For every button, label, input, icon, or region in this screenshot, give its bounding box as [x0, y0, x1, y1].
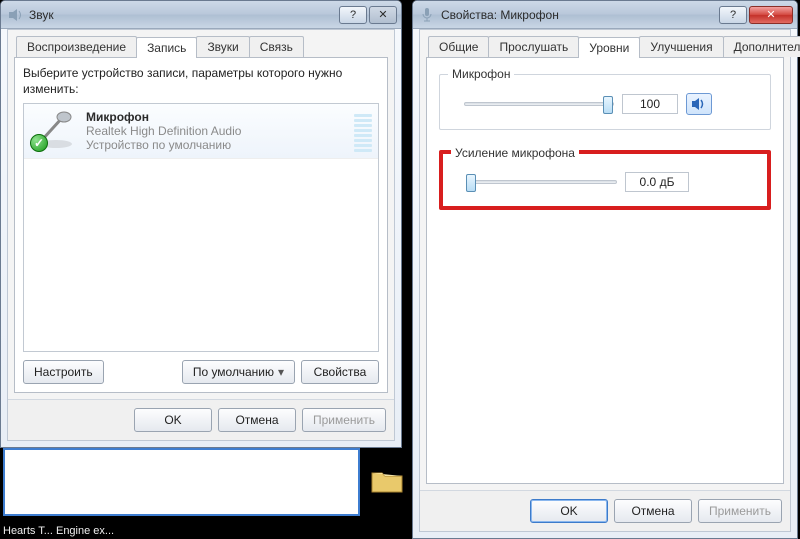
prop-help-button[interactable]: ?: [719, 6, 747, 24]
levels-tab-body: Микрофон 100 Усиление микрофона: [426, 58, 784, 484]
properties-tabs: Общие Прослушать Уровни Улучшения Дополн…: [426, 36, 784, 58]
boost-legend: Усиление микрофона: [451, 146, 579, 160]
sound-dialog-buttons: OK Отмена Применить: [8, 399, 394, 440]
set-default-button[interactable]: По умолчанию: [182, 360, 295, 384]
cancel-button[interactable]: Отмена: [218, 408, 296, 432]
prop-cancel-button[interactable]: Отмена: [614, 499, 692, 523]
microphone-boost-group: Усиление микрофона 0.0 дБ: [439, 150, 771, 210]
microphone-slider-row: 100: [450, 93, 760, 115]
sound-titlebar[interactable]: Звук ? ✕: [1, 1, 401, 29]
recording-tab-body: Выберите устройство записи, параметры ко…: [14, 58, 388, 393]
folder-icon[interactable]: [370, 467, 404, 495]
boost-value: 0.0 дБ: [625, 172, 689, 192]
tab-recording[interactable]: Запись: [136, 37, 197, 58]
tab-playback[interactable]: Воспроизведение: [16, 36, 137, 57]
close-button[interactable]: ✕: [369, 6, 397, 24]
prop-close-button[interactable]: ✕: [749, 6, 793, 24]
tab-enhancements[interactable]: Улучшения: [639, 36, 723, 57]
microphone-slider-thumb[interactable]: [603, 96, 613, 114]
device-default-label: Устройство по умолчанию: [86, 138, 346, 152]
microphone-slider[interactable]: [464, 102, 614, 106]
sound-window: Звук ? ✕ Воспроизведение Запись Звуки Св…: [0, 0, 402, 448]
sound-tabs: Воспроизведение Запись Звуки Связь: [14, 36, 388, 58]
prop-ok-button[interactable]: OK: [530, 499, 608, 523]
boost-slider-row: 0.0 дБ: [453, 172, 757, 192]
properties-title: Свойства: Микрофон: [441, 8, 717, 22]
tab-levels[interactable]: Уровни: [578, 37, 640, 58]
desktop-selection-rect: [3, 448, 360, 516]
sound-title: Звук: [29, 8, 337, 22]
sound-client: Воспроизведение Запись Звуки Связь Выбер…: [7, 29, 395, 441]
help-button[interactable]: ?: [339, 6, 367, 24]
microphone-titlebar-icon: [419, 7, 435, 23]
properties-client: Общие Прослушать Уровни Улучшения Дополн…: [419, 29, 791, 532]
properties-button[interactable]: Свойства: [301, 360, 379, 384]
tab-general[interactable]: Общие: [428, 36, 489, 57]
tab-sounds[interactable]: Звуки: [196, 36, 249, 57]
device-button-row: Настроить По умолчанию Свойства: [23, 360, 379, 384]
instruction-text: Выберите устройство записи, параметры ко…: [23, 66, 379, 97]
tab-comms[interactable]: Связь: [249, 36, 304, 57]
properties-window: Свойства: Микрофон ? ✕ Общие Прослушать …: [412, 0, 798, 539]
tab-advanced[interactable]: Дополнительно: [723, 36, 800, 57]
mute-button[interactable]: [686, 93, 712, 115]
microphone-level-group: Микрофон 100: [439, 74, 771, 130]
microphone-legend: Микрофон: [448, 67, 514, 81]
microphone-icon: ✓: [30, 110, 78, 150]
properties-dialog-buttons: OK Отмена Применить: [420, 490, 790, 531]
configure-button[interactable]: Настроить: [23, 360, 104, 384]
device-item-microphone[interactable]: ✓ Микрофон Realtek High Definition Audio…: [24, 104, 378, 159]
level-meter: [354, 112, 372, 152]
device-list[interactable]: ✓ Микрофон Realtek High Definition Audio…: [23, 103, 379, 352]
device-driver: Realtek High Definition Audio: [86, 124, 346, 138]
tab-listen[interactable]: Прослушать: [488, 36, 579, 57]
ok-button[interactable]: OK: [134, 408, 212, 432]
apply-button[interactable]: Применить: [302, 408, 386, 432]
device-name: Микрофон: [86, 110, 346, 124]
desktop-file-labels: Hearts T... Engine ex...: [3, 525, 114, 537]
properties-titlebar[interactable]: Свойства: Микрофон ? ✕: [413, 1, 797, 29]
prop-apply-button[interactable]: Применить: [698, 499, 782, 523]
device-text: Микрофон Realtek High Definition Audio У…: [86, 110, 346, 152]
sound-icon: [7, 7, 23, 23]
microphone-value: 100: [622, 94, 678, 114]
boost-slider-thumb[interactable]: [466, 174, 476, 192]
boost-slider[interactable]: [467, 180, 617, 184]
